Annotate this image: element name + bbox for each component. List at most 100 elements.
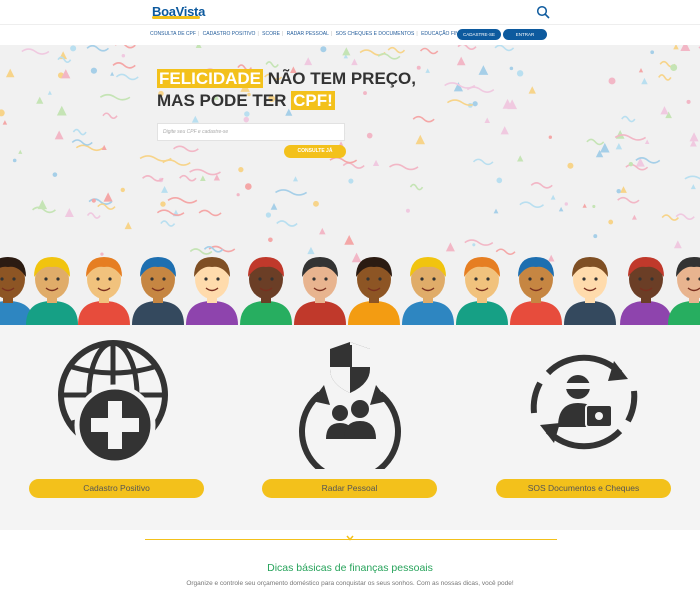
nav-link-consulta-cpf[interactable]: CONSULTA DE CPF bbox=[150, 31, 196, 37]
confetti-piece bbox=[425, 68, 430, 73]
confetti-piece bbox=[464, 239, 494, 246]
confetti-piece bbox=[54, 130, 64, 140]
nav-links: CONSULTA DE CPF | CADASTRO POSITIVO | SCOR… bbox=[150, 31, 482, 37]
boavista-logo[interactable]: BoaVista bbox=[152, 3, 205, 21]
confetti-piece bbox=[658, 74, 672, 81]
confetti-piece bbox=[47, 90, 52, 95]
confetti-piece bbox=[631, 214, 637, 220]
confetti-piece bbox=[110, 71, 115, 76]
person-figure bbox=[132, 257, 184, 325]
confetti-piece bbox=[517, 155, 524, 162]
confetti-piece bbox=[567, 162, 574, 169]
hero-banner: FELICIDADE NÃO TEM PREÇO, MAS PODE TER C… bbox=[0, 45, 700, 325]
confetti-piece bbox=[160, 201, 166, 207]
confetti-piece bbox=[650, 50, 655, 55]
confetti-piece bbox=[620, 186, 627, 193]
confetti-piece bbox=[493, 208, 499, 214]
confetti-piece bbox=[103, 192, 113, 202]
consulte-button[interactable]: CONSULTE JÁ bbox=[284, 145, 346, 158]
person-figure bbox=[564, 257, 616, 325]
confetti-piece bbox=[266, 213, 271, 218]
confetti-piece bbox=[593, 234, 598, 239]
confetti-piece bbox=[608, 219, 614, 225]
confetti-piece bbox=[198, 209, 222, 217]
confetti-piece bbox=[342, 162, 365, 169]
nav-link-score[interactable]: SCORE bbox=[262, 31, 280, 37]
confetti-piece bbox=[139, 155, 172, 162]
person-figure bbox=[456, 257, 508, 325]
confetti-piece bbox=[592, 204, 596, 209]
confetti-piece bbox=[472, 158, 494, 166]
confetti-piece bbox=[2, 120, 8, 125]
confetti-piece bbox=[348, 178, 354, 184]
confetti-piece bbox=[276, 220, 298, 227]
cadastro-positivo-button[interactable]: Cadastro Positivo bbox=[29, 479, 204, 498]
confetti-piece bbox=[509, 66, 514, 71]
confetti-piece bbox=[582, 203, 587, 208]
confetti-piece bbox=[684, 175, 700, 180]
nav-link-sos[interactable]: SOS CHEQUES E DOCUMENTOS bbox=[336, 31, 415, 37]
confetti-piece bbox=[680, 45, 691, 52]
confetti-piece bbox=[472, 101, 478, 107]
confetti-piece bbox=[689, 132, 699, 142]
confetti-piece bbox=[550, 194, 556, 200]
confetti-piece bbox=[275, 189, 308, 196]
thief-document-icon[interactable] bbox=[528, 343, 640, 461]
search-icon[interactable] bbox=[536, 5, 550, 19]
globe-plus-icon[interactable] bbox=[58, 335, 172, 465]
confetti-piece bbox=[52, 172, 58, 177]
confetti-piece bbox=[167, 197, 198, 204]
confetti-piece bbox=[243, 116, 249, 123]
chevron-down-icon[interactable] bbox=[346, 535, 354, 541]
confetti-piece bbox=[245, 183, 252, 190]
confetti-piece bbox=[56, 105, 67, 116]
confetti-piece bbox=[377, 53, 401, 60]
confetti-piece bbox=[102, 112, 118, 120]
confetti-piece bbox=[528, 86, 536, 94]
confetti-piece bbox=[161, 186, 169, 193]
sos-documentos-button[interactable]: SOS Documentos e Cheques bbox=[496, 479, 671, 498]
confetti-piece bbox=[75, 144, 104, 152]
confetti-piece bbox=[320, 46, 327, 53]
confetti-piece bbox=[608, 77, 616, 85]
confetti-piece bbox=[660, 106, 669, 115]
confetti-piece bbox=[173, 145, 199, 153]
entrar-button[interactable]: ENTRAR bbox=[503, 29, 547, 40]
confetti-piece bbox=[530, 182, 553, 189]
radar-pessoal-button[interactable]: Radar Pessoal bbox=[262, 479, 437, 498]
confetti-piece bbox=[628, 161, 634, 167]
confetti-piece bbox=[412, 115, 435, 123]
nav-link-cadastro-positivo[interactable]: CADASTRO POSITIVO bbox=[203, 31, 256, 37]
confetti-piece bbox=[686, 99, 691, 104]
confetti-piece bbox=[21, 48, 50, 55]
confetti-piece bbox=[621, 115, 636, 123]
confetti-piece bbox=[244, 111, 250, 117]
confetti-piece bbox=[189, 168, 221, 176]
confetti-piece bbox=[5, 68, 15, 78]
confetti-piece bbox=[90, 67, 98, 74]
confetti-piece bbox=[389, 163, 419, 171]
confetti-piece bbox=[690, 184, 696, 190]
cpf-input[interactable]: Digite seu CPF e cadastre-se bbox=[157, 123, 345, 141]
confetti-piece bbox=[86, 212, 101, 219]
confetti-piece bbox=[70, 45, 77, 52]
headline-line2: MAS PODE TER bbox=[157, 91, 292, 110]
shield-people-icon[interactable] bbox=[290, 339, 410, 469]
tips-text: Organize e controle seu orçamento domést… bbox=[186, 580, 514, 587]
confetti-piece bbox=[191, 115, 199, 123]
confetti-piece bbox=[673, 240, 682, 249]
confetti-piece bbox=[36, 96, 44, 104]
confetti-piece bbox=[71, 139, 93, 146]
confetti-piece bbox=[416, 65, 421, 70]
confetti-piece bbox=[641, 77, 648, 85]
confetti-piece bbox=[115, 45, 136, 49]
confetti-piece bbox=[387, 46, 406, 54]
cadastre-button[interactable]: CADASTRE-SE bbox=[457, 29, 501, 40]
confetti-piece bbox=[156, 209, 185, 217]
person-figure bbox=[186, 257, 238, 325]
confetti-piece bbox=[617, 196, 640, 204]
confetti-piece bbox=[120, 187, 125, 193]
nav-link-radar-pessoal[interactable]: RADAR PESSOAL bbox=[287, 31, 329, 37]
confetti-piece bbox=[99, 93, 131, 101]
confetti-piece bbox=[112, 62, 136, 69]
